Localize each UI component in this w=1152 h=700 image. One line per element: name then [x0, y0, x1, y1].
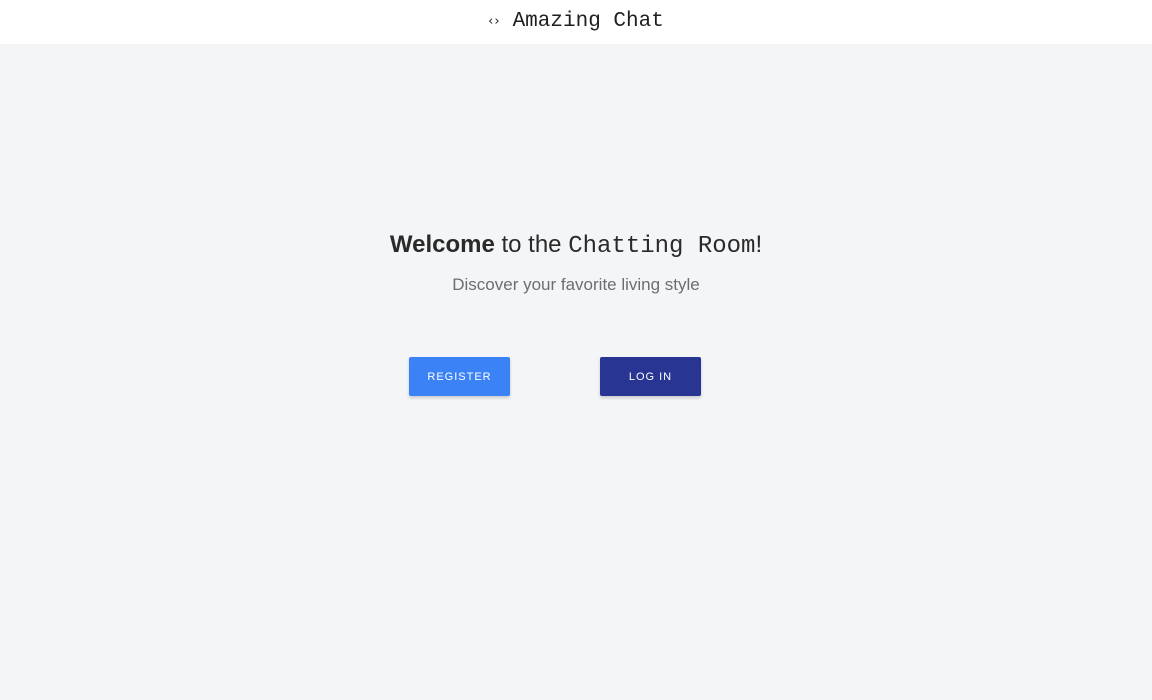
app-title: Amazing Chat [512, 9, 664, 33]
tagline: Discover your favorite living style [452, 275, 700, 294]
welcome-heading: Welcome to the Chatting Room! [0, 229, 1152, 263]
login-button[interactable]: LOG IN [600, 357, 701, 396]
room-name: Chatting Room [568, 233, 756, 260]
code-brackets-icon: ‹› [488, 13, 501, 29]
to-the-text: to the [494, 231, 569, 258]
exclamation-mark: ! [755, 231, 763, 258]
hero-section: Welcome to the Chatting Room! Discover y… [0, 229, 1152, 296]
brand-link[interactable]: ‹› Amazing Chat [488, 10, 664, 33]
register-button[interactable]: REGISTER [409, 357, 510, 396]
main-content [0, 44, 1152, 700]
welcome-word: Welcome [389, 231, 495, 258]
top-header: ‹› Amazing Chat [0, 0, 1152, 44]
